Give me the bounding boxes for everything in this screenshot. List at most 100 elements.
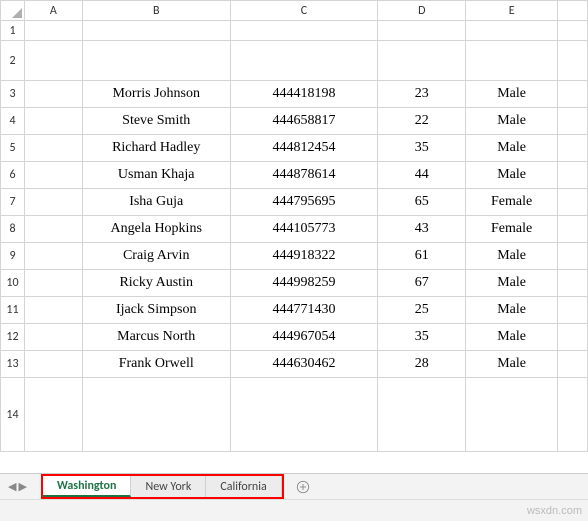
cell[interactable] xyxy=(466,378,558,452)
table-cell[interactable]: Male xyxy=(466,81,558,108)
table-cell[interactable]: 444630462 xyxy=(230,351,378,378)
cell[interactable] xyxy=(378,21,466,41)
row-header-6[interactable]: 6 xyxy=(1,162,25,189)
row-header-11[interactable]: 11 xyxy=(1,297,25,324)
table-cell[interactable]: 25 xyxy=(378,297,466,324)
cell[interactable] xyxy=(558,41,588,81)
select-all-corner[interactable] xyxy=(1,1,25,21)
table-cell[interactable]: 444967054 xyxy=(230,324,378,351)
table-cell[interactable]: 67 xyxy=(378,270,466,297)
cell[interactable] xyxy=(558,81,588,108)
table-cell[interactable]: 43 xyxy=(378,216,466,243)
table-cell[interactable]: 22 xyxy=(378,108,466,135)
col-header-e[interactable]: E xyxy=(466,1,558,21)
row-header-4[interactable]: 4 xyxy=(1,108,25,135)
sheet-tab-california[interactable]: California xyxy=(206,476,281,497)
table-cell[interactable]: Male xyxy=(466,135,558,162)
row-header-5[interactable]: 5 xyxy=(1,135,25,162)
cell[interactable] xyxy=(230,378,378,452)
table-cell[interactable]: 444812454 xyxy=(230,135,378,162)
chevron-left-icon[interactable]: ◀ xyxy=(8,480,16,493)
table-cell[interactable]: 444795695 xyxy=(230,189,378,216)
table-cell[interactable]: Usman Khaja xyxy=(82,162,230,189)
cell[interactable] xyxy=(24,297,82,324)
table-cell[interactable]: 35 xyxy=(378,324,466,351)
header-customer[interactable]: Customer Name xyxy=(82,41,230,81)
sheet-tab-newyork[interactable]: New York xyxy=(131,476,206,497)
cell[interactable] xyxy=(24,216,82,243)
cell[interactable] xyxy=(24,81,82,108)
row-header-8[interactable]: 8 xyxy=(1,216,25,243)
cell[interactable] xyxy=(558,378,588,452)
cell[interactable] xyxy=(466,21,558,41)
cell[interactable] xyxy=(24,270,82,297)
table-cell[interactable]: Male xyxy=(466,297,558,324)
cell[interactable] xyxy=(558,162,588,189)
cell[interactable] xyxy=(558,135,588,162)
table-cell[interactable]: 28 xyxy=(378,351,466,378)
cell[interactable] xyxy=(558,324,588,351)
chevron-right-icon[interactable]: ▶ xyxy=(18,480,26,493)
table-cell[interactable]: 23 xyxy=(378,81,466,108)
cell[interactable] xyxy=(558,189,588,216)
cell[interactable] xyxy=(24,189,82,216)
col-header-a[interactable]: A xyxy=(24,1,82,21)
row-header-10[interactable]: 10 xyxy=(1,270,25,297)
table-cell[interactable]: Male xyxy=(466,243,558,270)
cell[interactable] xyxy=(24,378,82,452)
table-cell[interactable]: 444998259 xyxy=(230,270,378,297)
cell[interactable] xyxy=(558,108,588,135)
header-contact[interactable]: Contact Address xyxy=(230,41,378,81)
row-header-2[interactable]: 2 xyxy=(1,41,25,81)
header-age[interactable]: Age xyxy=(378,41,466,81)
row-header-3[interactable]: 3 xyxy=(1,81,25,108)
cell[interactable] xyxy=(558,243,588,270)
table-cell[interactable]: Male xyxy=(466,108,558,135)
table-cell[interactable]: Male xyxy=(466,270,558,297)
cell[interactable] xyxy=(558,216,588,243)
cell[interactable] xyxy=(24,162,82,189)
table-cell[interactable]: Female xyxy=(466,189,558,216)
row-header-1[interactable]: 1 xyxy=(1,21,25,41)
cell[interactable] xyxy=(558,297,588,324)
row-header-9[interactable]: 9 xyxy=(1,243,25,270)
table-cell[interactable]: 444771430 xyxy=(230,297,378,324)
table-cell[interactable]: Frank Orwell xyxy=(82,351,230,378)
cell[interactable] xyxy=(24,41,82,81)
table-cell[interactable]: Richard Hadley xyxy=(82,135,230,162)
cell[interactable] xyxy=(24,21,82,41)
table-cell[interactable]: Ricky Austin xyxy=(82,270,230,297)
row-header-7[interactable]: 7 xyxy=(1,189,25,216)
table-cell[interactable]: 444918322 xyxy=(230,243,378,270)
table-cell[interactable]: Morris Johnson xyxy=(82,81,230,108)
table-cell[interactable]: 444658817 xyxy=(230,108,378,135)
table-cell[interactable]: Male xyxy=(466,162,558,189)
row-header-12[interactable]: 12 xyxy=(1,324,25,351)
cell[interactable] xyxy=(24,351,82,378)
cell[interactable] xyxy=(558,270,588,297)
header-gender[interactable]: Gender xyxy=(466,41,558,81)
tab-nav-controls[interactable]: ◀ ▶ xyxy=(0,474,35,499)
table-cell[interactable]: 65 xyxy=(378,189,466,216)
col-header-blank[interactable] xyxy=(558,1,588,21)
table-cell[interactable]: Marcus North xyxy=(82,324,230,351)
row-header-13[interactable]: 13 xyxy=(1,351,25,378)
col-header-d[interactable]: D xyxy=(378,1,466,21)
table-cell[interactable]: Female xyxy=(466,216,558,243)
sheet-tab-washington[interactable]: Washington xyxy=(43,476,132,497)
table-cell[interactable]: 44 xyxy=(378,162,466,189)
cell[interactable] xyxy=(558,21,588,41)
row-header-14[interactable]: 14 xyxy=(1,378,25,452)
cell[interactable] xyxy=(24,135,82,162)
table-cell[interactable]: Craig Arvin xyxy=(82,243,230,270)
cell[interactable] xyxy=(558,351,588,378)
cell[interactable] xyxy=(24,324,82,351)
cell[interactable] xyxy=(82,21,230,41)
table-cell[interactable]: Ijack Simpson xyxy=(82,297,230,324)
cell[interactable] xyxy=(82,378,230,452)
table-cell[interactable]: 61 xyxy=(378,243,466,270)
cell[interactable] xyxy=(24,108,82,135)
table-cell[interactable]: 444105773 xyxy=(230,216,378,243)
table-cell[interactable]: Male xyxy=(466,324,558,351)
table-cell[interactable]: Male xyxy=(466,351,558,378)
